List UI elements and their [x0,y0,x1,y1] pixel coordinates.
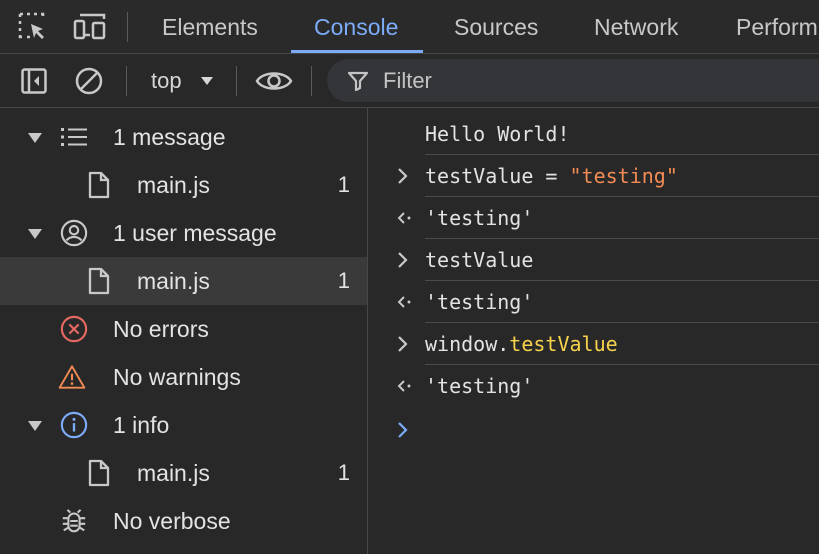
devtools-tab-bar: Elements Console Sources Network Perform [0,0,819,54]
toolbar-divider [126,66,127,96]
prompt-chevron-icon [398,422,408,438]
result-value: 'testing' [425,290,534,314]
tab-sources[interactable]: Sources [454,0,538,53]
chevron-down-icon [201,77,213,85]
bug-icon [60,507,88,535]
input-chevron-icon [398,168,408,184]
console-input-row: testValue = "testing" [369,155,819,197]
sidebar-item-label: 1 info [113,412,170,438]
sidebar-item-file[interactable]: main.js 1 [0,449,367,497]
console-sidebar: 1 message main.js 1 1 user message main.… [0,108,368,554]
sidebar-item-label: 1 user message [113,220,277,246]
sidebar-item-file[interactable]: main.js 1 [0,161,367,209]
sidebar-item-label: No warnings [113,364,241,390]
sidebar-item-user-messages[interactable]: 1 user message [0,209,367,257]
tab-performance[interactable]: Perform [736,0,818,53]
clear-console-icon[interactable] [73,65,105,97]
property-name: testValue [509,332,618,356]
string-literal: "testing" [569,164,678,188]
console-result-row: 'testing' [369,281,819,323]
file-icon [85,171,113,199]
console-output[interactable]: Hello World! testValue = "testing" 'test… [369,108,819,554]
context-label: top [151,68,182,93]
console-log-message: Hello World! [369,113,819,155]
filter-placeholder: Filter [383,68,432,93]
console-input-row: testValue [369,239,819,281]
sidebar-item-info[interactable]: 1 info [0,401,367,449]
expand-triangle-icon[interactable] [27,420,43,432]
result-arrow-icon [397,212,411,224]
tab-bar-divider [127,12,128,42]
inspect-element-icon[interactable] [16,11,50,43]
object-name: window. [425,332,510,356]
result-value: 'testing' [425,206,534,230]
tab-console[interactable]: Console [290,0,424,53]
tab-elements[interactable]: Elements [162,0,258,53]
console-result-row: 'testing' [369,365,819,407]
sidebar-item-label: main.js [137,172,210,198]
sidebar-item-label: No errors [113,316,209,342]
log-text: Hello World! [425,122,570,146]
message-count: 1 [337,268,350,293]
input-expression: testValue = [425,164,570,188]
sidebar-item-label: No verbose [113,508,231,534]
list-icon [60,123,88,151]
expand-triangle-icon[interactable] [27,132,43,144]
sidebar-item-verbose[interactable]: No verbose [0,497,367,545]
context-selector[interactable]: top [151,54,213,107]
message-count: 1 [337,172,350,197]
input-chevron-icon [398,336,408,352]
result-value: 'testing' [425,374,534,398]
sidebar-item-messages[interactable]: 1 message [0,113,367,161]
sidebar-item-errors[interactable]: No errors [0,305,367,353]
user-icon [60,219,88,247]
toolbar-divider [311,66,312,96]
result-arrow-icon [397,380,411,392]
input-chevron-icon [398,252,408,268]
console-result-row: 'testing' [369,197,819,239]
file-icon [85,267,113,295]
sidebar-item-warnings[interactable]: No warnings [0,353,367,401]
filter-input[interactable]: Filter [327,59,819,102]
live-expression-eye-icon[interactable] [255,66,293,96]
device-toolbar-icon[interactable] [72,11,108,43]
sidebar-item-label: main.js [137,268,210,294]
console-input-row: window.testValue [369,323,819,365]
warning-icon [58,363,86,391]
sidebar-item-label: main.js [137,460,210,486]
sidebar-toggle-icon[interactable] [19,66,49,96]
console-prompt-row[interactable] [369,409,819,451]
result-arrow-icon [397,296,411,308]
message-count: 1 [337,460,350,485]
file-icon [85,459,113,487]
error-icon [60,315,88,343]
filter-icon [347,71,369,92]
tab-network[interactable]: Network [594,0,678,53]
input-expression: testValue [425,248,534,272]
sidebar-item-label: 1 message [113,124,226,150]
toolbar-divider [236,66,237,96]
expand-triangle-icon[interactable] [27,228,43,240]
sidebar-item-file[interactable]: main.js 1 [0,257,367,305]
console-toolbar: top Filter [0,54,819,108]
info-icon [60,411,88,439]
